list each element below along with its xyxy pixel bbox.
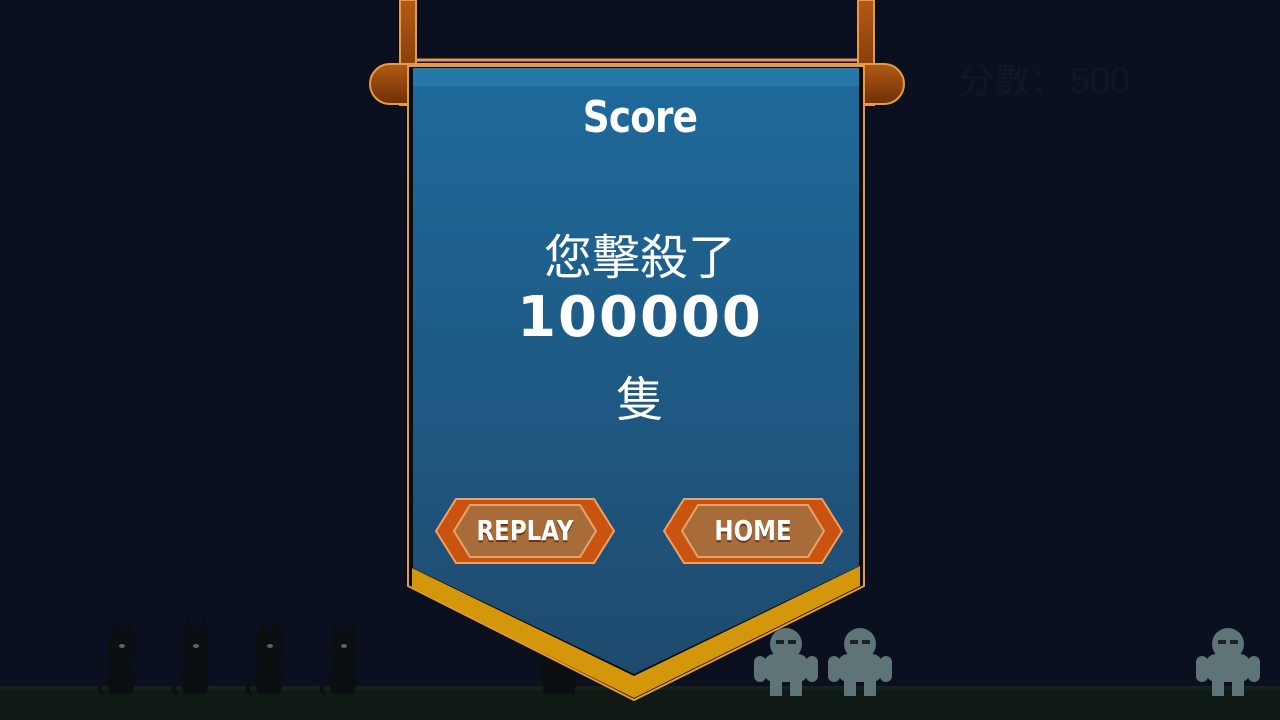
replay-button-label: REPLAY [476,514,574,547]
kill-suffix-text: 隻 [615,372,664,428]
home-button-label: HOME [714,514,792,547]
replay-button[interactable]: REPLAY [434,497,616,565]
game-stage: 分數： 500 Score 您擊殺了 100000 隻 REPLAY HOME [0,0,1280,720]
panel-title: Score [582,92,698,143]
home-button[interactable]: HOME [662,497,844,565]
kill-prefix-text: 您擊殺了 [543,230,736,286]
kill-count: 100000 [517,285,763,350]
